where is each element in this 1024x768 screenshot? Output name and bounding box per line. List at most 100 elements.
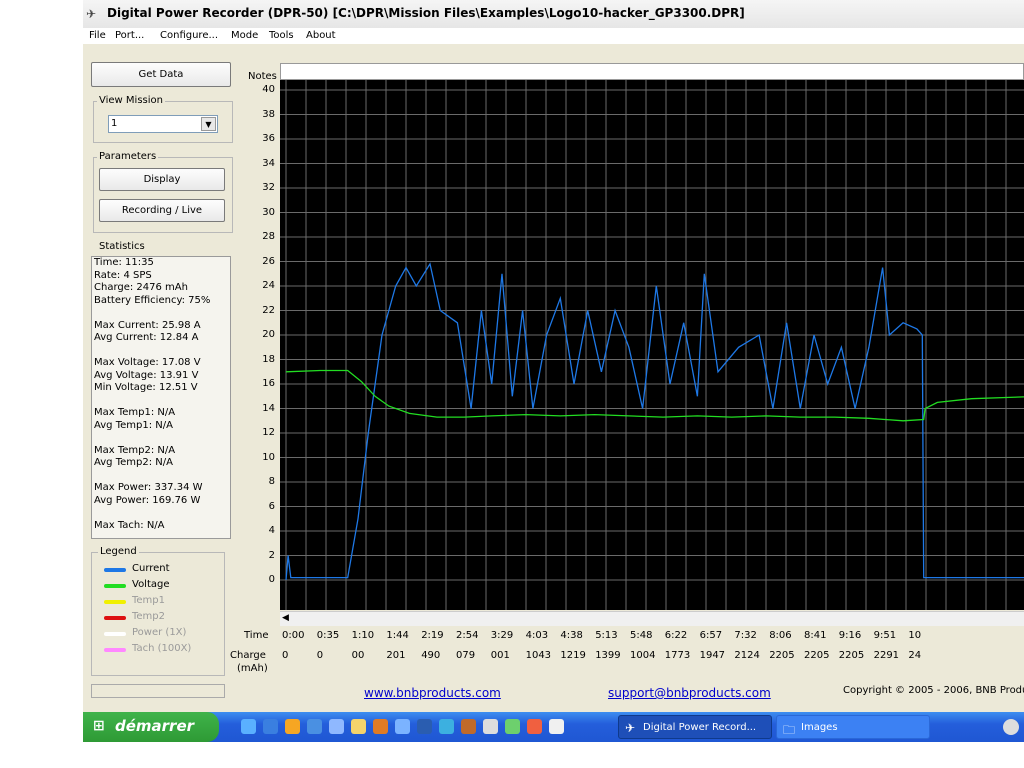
- stat-line: [92, 432, 230, 445]
- scroll-left-icon[interactable]: ◀: [282, 613, 289, 623]
- legend-swatch: [104, 600, 126, 604]
- app-icon-9[interactable]: [549, 719, 564, 734]
- task-images[interactable]: 🗀 Images: [776, 715, 930, 739]
- home-icon[interactable]: [527, 719, 542, 734]
- folder-task-icon: 🗀: [783, 723, 796, 737]
- stat-line: Max Voltage: 17.08 V: [94, 357, 201, 368]
- time-tick-label: 7:32: [734, 630, 757, 641]
- stat-line: Avg Temp2: N/A: [94, 457, 173, 468]
- view-mission-group: View Mission 1 ▼: [93, 95, 233, 143]
- main-window: ✈ Digital Power Recorder (DPR-50) [C:\DP…: [83, 0, 1024, 712]
- y-tick-label: 4: [268, 525, 275, 536]
- app-icon-2[interactable]: [307, 719, 322, 734]
- menu-mode[interactable]: Mode: [231, 30, 258, 41]
- time-tick-label: 1:10: [351, 630, 375, 641]
- app-icon-7[interactable]: [483, 719, 498, 734]
- legend-swatch: [104, 568, 126, 572]
- notes-input[interactable]: [280, 63, 1024, 80]
- charge-tick-label: 24: [908, 650, 922, 661]
- copyright-text: Copyright © 2005 - 2006, BNB Products: [843, 685, 1024, 696]
- y-tick-label: 16: [262, 378, 275, 389]
- legend-label-text: Voltage: [132, 579, 170, 590]
- mission-select[interactable]: 1 ▼: [108, 115, 218, 133]
- stat-line: Battery Efficiency: 75%: [94, 294, 211, 306]
- chart-plot: [280, 80, 1024, 610]
- show-desktop-icon[interactable]: [241, 719, 256, 734]
- stat-line: Charge: 2476 mAh: [94, 282, 188, 293]
- legend-group: Legend Current Voltage Temp1 Temp2 Power (1X…: [91, 546, 225, 676]
- tray-icon[interactable]: [1003, 719, 1019, 735]
- start-label: démarrer: [115, 717, 195, 735]
- time-tick-label: 8:06: [769, 630, 792, 641]
- charge-tick-label: 0: [316, 650, 324, 661]
- menu-port[interactable]: Port...: [115, 30, 144, 41]
- y-tick-label: 32: [262, 182, 275, 193]
- time-tick-label: 4:38: [560, 630, 583, 641]
- stat-line: Max Temp1: N/A: [94, 407, 176, 418]
- app-icon-5[interactable]: [439, 719, 454, 734]
- statistics-panel: Time: 11:35 Rate: 4 SPS Charge: 2476 mAh Ba…: [91, 256, 231, 539]
- stat-line: Min Voltage: 12.51 V: [94, 382, 198, 393]
- y-tick-label: 20: [262, 329, 275, 340]
- recording-live-button[interactable]: Recording / Live: [99, 199, 225, 222]
- legend-swatch: [104, 584, 126, 588]
- stat-line: Time: 11:35: [94, 257, 154, 268]
- app-icon-8[interactable]: [505, 719, 520, 734]
- stat-line: Max Power: 337.34 W: [94, 482, 203, 493]
- charge-tick-label: 2291: [873, 650, 900, 661]
- parameters-group: Parameters Display Recording / Live: [93, 151, 233, 233]
- y-tick-label: 28: [262, 231, 275, 242]
- app-icon-4[interactable]: [395, 719, 410, 734]
- charge-tick-label: 201: [386, 650, 406, 661]
- folder-icon[interactable]: [351, 719, 366, 734]
- charge-tick-label: 1004: [630, 650, 656, 661]
- time-tick-label: 2:19: [421, 630, 444, 641]
- media-player-icon[interactable]: [417, 719, 432, 734]
- view-mission-label: View Mission: [97, 95, 165, 106]
- stat-line: [92, 395, 230, 408]
- chevron-down-icon[interactable]: ▼: [201, 117, 216, 131]
- time-tick-label: 3:29: [490, 630, 514, 641]
- menu-file[interactable]: File: [89, 30, 106, 41]
- time-tick-label: 6:57: [699, 630, 723, 641]
- charge-tick-label: 1399: [595, 650, 621, 661]
- y-tick-label: 22: [262, 304, 275, 316]
- time-tick-label: 0:35: [316, 630, 340, 641]
- menu-configure[interactable]: Configure...: [160, 30, 218, 41]
- statistics-label: Statistics: [99, 241, 145, 252]
- y-tick-label: 18: [262, 353, 275, 365]
- start-button[interactable]: ⊞ démarrer: [83, 712, 219, 742]
- charge-tick-label: 2205: [804, 650, 830, 661]
- app-icon-1[interactable]: [285, 719, 300, 734]
- chart-scrollbar[interactable]: ◀: [280, 611, 1024, 626]
- stat-line: Rate: 4 SPS: [94, 269, 152, 281]
- website-link[interactable]: www.bnbproducts.com: [364, 686, 501, 700]
- get-data-button[interactable]: Get Data: [91, 62, 231, 87]
- legend-label-text: Power (1X): [132, 627, 187, 638]
- charge-tick-label: 2124: [734, 650, 760, 661]
- display-button[interactable]: Display: [99, 168, 225, 191]
- charge-tick-label: 1043: [525, 650, 552, 661]
- y-tick-label: 8: [268, 476, 275, 487]
- menu-tools[interactable]: Tools: [269, 30, 294, 41]
- task-label: Digital Power Record...: [643, 722, 757, 733]
- legend-label-text: Temp1: [132, 595, 166, 606]
- support-link[interactable]: support@bnbproducts.com: [608, 686, 771, 700]
- stat-line: Avg Power: 169.76 W: [94, 494, 201, 506]
- app-icon: ✈: [86, 7, 97, 21]
- stat-line: Max Tach: N/A: [94, 519, 165, 531]
- y-tick-label: 34: [262, 157, 275, 169]
- menu-about[interactable]: About: [306, 30, 336, 41]
- task-digital-power-recorder[interactable]: ✈ Digital Power Record...: [618, 715, 772, 739]
- time-tick-label: 0:00: [282, 630, 305, 641]
- charge-axis-label: Charge: [230, 650, 266, 661]
- app-icon-6[interactable]: [461, 719, 476, 734]
- app-icon-3[interactable]: [329, 719, 344, 734]
- task-label: Images: [801, 722, 838, 733]
- ie-icon[interactable]: [263, 719, 278, 734]
- title-bar: ✈ Digital Power Recorder (DPR-50) [C:\DP…: [83, 0, 1024, 29]
- charge-tick-label: 2205: [838, 650, 865, 661]
- time-tick-label: 10: [908, 630, 922, 641]
- y-tick-label: 26: [262, 255, 275, 267]
- firefox-icon[interactable]: [373, 719, 388, 734]
